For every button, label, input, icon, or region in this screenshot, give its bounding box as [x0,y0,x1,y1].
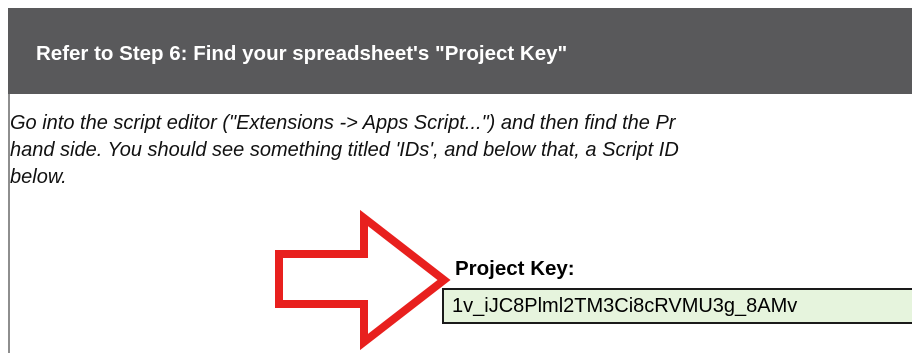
project-key-field[interactable] [442,288,912,324]
instructions-line-2: hand side. You should see something titl… [10,139,679,161]
instructions-line-1: Go into the script editor ("Extensions -… [10,112,676,134]
instructions-line-3: below. [10,166,67,188]
step-header: Refer to Step 6: Find your spreadsheet's… [8,8,912,94]
right-arrow-icon [275,209,451,351]
page-frame: Refer to Step 6: Find your spreadsheet's… [0,0,912,353]
instructions-text: Go into the script editor ("Extensions -… [10,110,910,191]
step-title: Refer to Step 6: Find your spreadsheet's… [36,42,568,65]
top-strip [0,0,912,8]
project-key-label: Project Key: [455,257,575,280]
